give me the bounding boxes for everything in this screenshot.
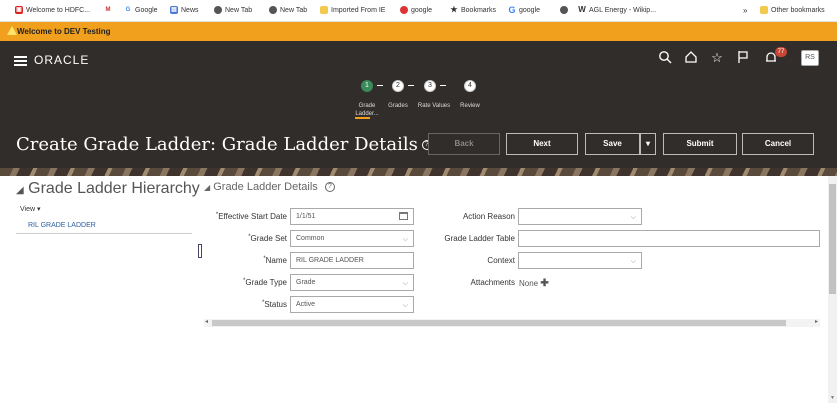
scroll-left-icon[interactable]: ◂ — [205, 318, 208, 325]
chevron-down-icon: ⌵ — [630, 214, 636, 221]
back-button[interactable]: Back — [428, 133, 500, 155]
chrome-icon — [269, 6, 277, 14]
train-connector — [408, 85, 414, 86]
train-connector — [377, 85, 383, 86]
hierarchy-item[interactable]: RIL GRADE LADDER — [16, 218, 192, 234]
context-label: Context — [487, 256, 515, 265]
train-step-1-label[interactable]: Grade Ladder... — [350, 102, 384, 118]
bookmark-chrome[interactable] — [560, 6, 568, 14]
bookmark-google[interactable]: G Google — [124, 6, 158, 14]
horizontal-scrollbar[interactable] — [204, 319, 820, 327]
grade-set-label: *Grade Set — [248, 234, 287, 243]
favorites-star-icon[interactable]: ☆ — [709, 50, 725, 66]
context-select[interactable]: ⌵ — [518, 252, 642, 269]
name-input[interactable]: RIL GRADE LADDER — [290, 252, 414, 269]
google-icon: G — [124, 6, 132, 14]
wikipedia-icon: W — [578, 5, 586, 14]
train-step-3[interactable]: 3 — [424, 80, 436, 92]
attachments-label: Attachments — [470, 278, 515, 287]
name-label: *Name — [263, 256, 287, 265]
menu-icon[interactable] — [14, 56, 27, 66]
chrome-icon — [214, 6, 222, 14]
user-avatar[interactable]: RS — [801, 50, 819, 66]
bookmark-new-tab-2[interactable]: New Tab — [269, 6, 307, 14]
bookmarks-bar: ▣ Welcome to HDFC... M G Google ▤ News New … — [0, 0, 837, 22]
oracle-logo: ORACLE — [34, 53, 90, 67]
bookmark-other[interactable]: Other bookmarks — [760, 6, 825, 14]
effective-start-date-input[interactable]: 1/1/51 — [290, 208, 414, 225]
bookmark-news[interactable]: ▤ News — [170, 6, 199, 14]
google-color-icon — [400, 6, 408, 14]
train-step-3-label[interactable]: Rate Values — [412, 102, 456, 110]
folder-icon — [320, 6, 328, 14]
train-step-2[interactable]: 2 — [392, 80, 404, 92]
chevron-down-icon: ⌵ — [402, 280, 408, 287]
news-icon: ▤ — [170, 6, 178, 14]
add-attachment-icon[interactable]: ✚ — [540, 278, 548, 289]
vertical-scroll-thumb[interactable] — [829, 184, 836, 294]
train-connector — [440, 85, 446, 86]
grade-type-select[interactable]: Grade ⌵ — [290, 274, 414, 291]
hdfc-icon: ▣ — [15, 6, 23, 14]
bookmark-wikipedia[interactable]: W AGL Energy - Wikip... — [578, 6, 656, 14]
vertical-scrollbar[interactable]: ▼ — [828, 176, 837, 403]
home-icon[interactable] — [683, 50, 699, 66]
bookmarks-overflow[interactable]: » — [743, 6, 747, 15]
status-select[interactable]: Active ⌵ — [290, 296, 414, 313]
section-title[interactable]: ◢ Grade Ladder Details ? — [204, 181, 335, 193]
train-step-4-label[interactable]: Review — [456, 102, 484, 110]
train-step-1[interactable]: 1 — [361, 80, 373, 92]
chevron-down-icon: ⌵ — [402, 236, 408, 243]
page-title: Create Grade Ladder: Grade Ladder Detail… — [16, 134, 432, 155]
header-decorative-stripe — [0, 168, 837, 176]
save-button[interactable]: Save — [585, 133, 640, 155]
train-step-4[interactable]: 4 — [464, 80, 476, 92]
bookmark-new-tab[interactable]: New Tab — [214, 6, 252, 14]
scroll-right-icon[interactable]: ▸ — [815, 318, 818, 325]
flag-icon[interactable] — [735, 50, 751, 66]
view-menu[interactable]: View ▾ — [20, 205, 41, 213]
search-icon[interactable] — [657, 50, 673, 66]
grade-set-select[interactable]: Common ⌵ — [290, 230, 414, 247]
environment-banner: Welcome to DEV Testing — [0, 22, 837, 41]
warning-icon — [7, 26, 17, 35]
grade-ladder-table-input[interactable] — [518, 230, 820, 247]
attachments-value: None ✚ — [519, 278, 549, 289]
star-icon: ★ — [450, 5, 458, 14]
effective-start-date-label: *Effective Start Date — [215, 212, 287, 221]
submit-button[interactable]: Submit — [663, 133, 737, 155]
next-button[interactable]: Next — [506, 133, 578, 155]
current-step-indicator — [355, 117, 370, 119]
bookmark-gmail[interactable]: M — [104, 6, 112, 14]
notification-count-badge: 77 — [775, 47, 787, 57]
collapse-triangle-icon[interactable]: ◢ — [204, 183, 210, 192]
gmail-icon: M — [104, 6, 112, 14]
calendar-icon[interactable] — [399, 212, 408, 220]
scroll-down-icon[interactable]: ▼ — [830, 395, 835, 401]
bookmark-google-2[interactable]: google — [400, 6, 432, 14]
collapse-triangle-icon[interactable]: ◢ — [16, 185, 24, 196]
google-icon: G — [508, 5, 516, 15]
dropdown-arrow-icon: ▾ — [645, 139, 650, 148]
help-icon[interactable]: ? — [324, 182, 335, 193]
grade-type-label: *Grade Type — [243, 278, 287, 287]
action-reason-label: Action Reason — [462, 212, 515, 221]
bookmark-hdfc[interactable]: ▣ Welcome to HDFC... — [15, 6, 90, 14]
bookmark-google-3[interactable]: Ggoogle — [508, 5, 540, 15]
horizontal-scroll-thumb[interactable] — [212, 320, 786, 326]
bookmark-imported-folder[interactable]: Imported From IE — [320, 6, 385, 14]
cancel-button[interactable]: Cancel — [742, 133, 814, 155]
folder-icon — [760, 6, 768, 14]
train-step-2-label[interactable]: Grades — [384, 102, 412, 110]
chrome-icon — [560, 6, 568, 14]
chevron-down-icon: ⌵ — [402, 302, 408, 309]
bookmark-bookmarks[interactable]: ★ Bookmarks — [450, 6, 496, 14]
action-reason-select[interactable]: ⌵ — [518, 208, 642, 225]
status-label: *Status — [261, 300, 287, 309]
sidebar-title[interactable]: ◢ Grade Ladder Hierarchy — [16, 180, 200, 198]
chevron-down-icon: ⌵ — [630, 258, 636, 265]
save-menu-button[interactable]: ▾ — [640, 133, 656, 155]
grade-ladder-table-label: Grade Ladder Table — [444, 234, 515, 243]
